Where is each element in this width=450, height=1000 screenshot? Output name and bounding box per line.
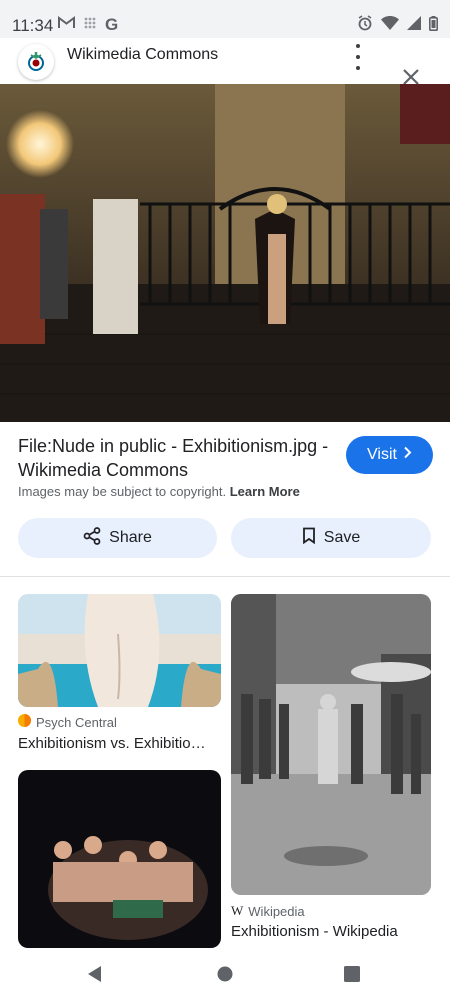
related-thumbnail-3[interactable] [18,770,221,948]
system-nav-bar [0,948,450,1000]
alarm-icon [357,15,373,36]
related-source-label: Wikipedia [248,903,305,919]
back-icon[interactable] [86,965,104,988]
google-icon: G [105,15,119,34]
related-thumbnail-2[interactable] [231,594,431,895]
related-source-2: W Wikipedia [231,903,305,919]
related-thumbnail-1[interactable] [18,594,221,707]
copyright-text: Images may be subject to copyright. [18,484,227,499]
save-button[interactable]: Save [231,518,431,558]
related-caption-2[interactable]: Exhibitionism - Wikipedia [231,923,431,940]
bookmark-icon [302,527,316,549]
signal-icon [407,16,421,35]
recents-icon[interactable] [344,966,360,987]
related-caption-1[interactable]: Exhibitionism vs. Exhibitio… [18,735,221,752]
home-icon[interactable] [217,966,233,987]
gmail-icon [58,16,75,34]
visit-label: Visit [367,446,397,463]
wikimedia-logo [18,44,54,80]
learn-more-link[interactable]: Learn More [230,484,300,499]
main-image[interactable] [0,84,450,422]
save-label: Save [323,529,361,546]
section-divider [0,576,450,577]
site-name[interactable]: Wikimedia Commons [67,46,218,64]
psych-central-icon [18,714,31,730]
status-left-icons: G [58,15,118,35]
copyright-notice: Images may be subject to copyright. Lear… [18,484,300,499]
grid-icon [84,16,96,34]
related-source-label: Psych Central [36,714,117,730]
share-label: Share [109,529,152,546]
result-title[interactable]: File:Nude in public - Exhibitionism.jpg … [18,434,338,482]
visit-button[interactable]: Visit [346,436,433,474]
more-options-button[interactable] [350,44,366,70]
status-time: 11:34 [12,16,54,35]
related-source-1: Psych Central [18,714,117,730]
share-icon [83,526,101,550]
status-right-icons [357,15,439,36]
chevron-right-icon [403,446,412,464]
share-button[interactable]: Share [18,518,217,558]
wifi-icon [381,16,399,35]
battery-icon [429,15,439,36]
wikipedia-icon: W [231,903,244,918]
